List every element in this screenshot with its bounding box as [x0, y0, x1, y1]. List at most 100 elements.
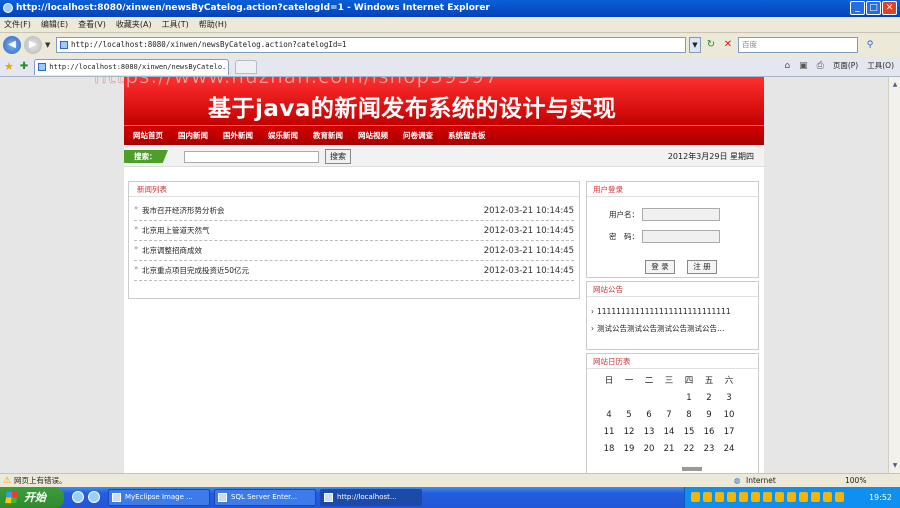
tray-icon[interactable]: [835, 492, 844, 502]
calendar-day[interactable]: 11: [599, 424, 619, 441]
calendar-day[interactable]: 2: [699, 390, 719, 407]
stop-icon[interactable]: ✕: [721, 38, 735, 52]
menu-help[interactable]: 帮助(H): [199, 19, 227, 30]
address-input[interactable]: http://localhost:8080/xinwen/newsByCatel…: [56, 37, 686, 53]
calendar-day[interactable]: 8: [679, 407, 699, 424]
tray-icon[interactable]: [715, 492, 724, 502]
calendar-day[interactable]: 23: [699, 441, 719, 458]
menu-edit[interactable]: 编辑(E): [41, 19, 68, 30]
calendar-day[interactable]: 9: [699, 407, 719, 424]
feeds-icon[interactable]: ▣: [799, 61, 808, 71]
login-button[interactable]: 登 录: [645, 260, 675, 274]
notice-item[interactable]: 测试公告测试公告测试公告测试公告…: [591, 320, 754, 337]
calendar-day[interactable]: 10: [719, 407, 739, 424]
tray-icon[interactable]: [799, 492, 808, 502]
tray-icon[interactable]: [811, 492, 820, 502]
minimize-button[interactable]: _: [850, 1, 865, 15]
favorites-star-icon[interactable]: ★: [4, 60, 14, 73]
clock[interactable]: 19:52: [869, 487, 892, 508]
calendar-day[interactable]: 24: [719, 441, 739, 458]
status-message[interactable]: 网页上有错误。: [14, 474, 67, 487]
new-tab-button[interactable]: [235, 59, 258, 74]
tools-menu[interactable]: 工具(O): [867, 60, 894, 71]
print-icon[interactable]: ⎙: [817, 61, 824, 71]
maximize-button[interactable]: □: [866, 1, 881, 15]
tray-icon[interactable]: [787, 492, 796, 502]
tray-icon[interactable]: [691, 492, 700, 502]
menu-favorites[interactable]: 收藏夹(A): [116, 19, 152, 30]
nav-entertainment-news[interactable]: 娱乐新闻: [268, 130, 298, 141]
news-title-link[interactable]: 北京用上管道天然气: [134, 224, 210, 236]
tab-current[interactable]: http://localhost:8080/xinwen/newsByCatel…: [34, 58, 230, 75]
browser-search-input[interactable]: 百度: [738, 37, 858, 53]
calendar-day[interactable]: 4: [599, 407, 619, 424]
news-title-link[interactable]: 北京重点项目完成投资近50亿元: [134, 264, 249, 276]
site-search-button[interactable]: 搜索: [325, 149, 351, 164]
calendar-day[interactable]: 19: [619, 441, 639, 458]
task-sqlserver[interactable]: SQL Server Enter...: [214, 489, 316, 506]
notice-item[interactable]: 1111111111111111111111111111: [591, 303, 754, 320]
calendar-day[interactable]: 14: [659, 424, 679, 441]
username-field[interactable]: [642, 208, 720, 221]
calendar-day[interactable]: 13: [639, 424, 659, 441]
page-menu[interactable]: 页面(P): [833, 60, 858, 71]
site-search-input[interactable]: [184, 151, 319, 163]
tray-icon[interactable]: [703, 492, 712, 502]
calendar-day[interactable]: 21: [659, 441, 679, 458]
calendar-day[interactable]: 22: [679, 441, 699, 458]
zoom-level[interactable]: 100%: [845, 474, 866, 487]
close-button[interactable]: ✕: [882, 1, 897, 15]
vertical-scrollbar[interactable]: ▲ ▼: [888, 77, 900, 473]
calendar-day[interactable]: 20: [639, 441, 659, 458]
scroll-down-icon[interactable]: ▼: [890, 460, 900, 471]
news-title-link[interactable]: 北京调整招商成效: [134, 244, 202, 256]
calendar-day[interactable]: 1: [679, 390, 699, 407]
task-ie[interactable]: http://localhost...: [320, 489, 422, 506]
tray-icon[interactable]: [775, 492, 784, 502]
tray-icon[interactable]: [823, 492, 832, 502]
calendar-day[interactable]: 7: [659, 407, 679, 424]
tray-icon[interactable]: [751, 492, 760, 502]
nav-survey[interactable]: 问卷调查: [403, 130, 433, 141]
address-dropdown-icon[interactable]: ▼: [689, 37, 701, 53]
history-dropdown-icon[interactable]: ▼: [45, 41, 53, 49]
back-button[interactable]: ◀: [3, 36, 21, 54]
nav-video[interactable]: 网站视频: [358, 130, 388, 141]
nav-domestic-news[interactable]: 国内新闻: [178, 130, 208, 141]
register-button[interactable]: 注 册: [687, 260, 717, 274]
calendar-weekday: 日: [604, 376, 614, 386]
task-myeclipse[interactable]: MyEclipse Image ...: [108, 489, 210, 506]
calendar-day[interactable]: 18: [599, 441, 619, 458]
news-title-link[interactable]: 我市召开经济形势分析会: [134, 204, 225, 216]
calendar-day[interactable]: 16: [699, 424, 719, 441]
nav-home[interactable]: 网站首页: [133, 130, 163, 141]
forward-button[interactable]: ▶: [24, 36, 42, 54]
tray-icon[interactable]: [739, 492, 748, 502]
calendar-day[interactable]: 12: [619, 424, 639, 441]
search-icon[interactable]: ⚲: [861, 37, 879, 53]
tray-icon[interactable]: [727, 492, 736, 502]
nav-foreign-news[interactable]: 国外新闻: [223, 130, 253, 141]
calendar-day[interactable]: 6: [639, 407, 659, 424]
menu-file[interactable]: 文件(F): [4, 19, 31, 30]
calendar-day[interactable]: 3: [719, 390, 739, 407]
menu-view[interactable]: 查看(V): [78, 19, 106, 30]
password-field[interactable]: [642, 230, 720, 243]
home-icon[interactable]: ⌂: [784, 61, 790, 71]
quicklaunch-ie-icon[interactable]: [72, 491, 84, 503]
add-favorites-icon[interactable]: ✚: [20, 61, 28, 72]
scroll-up-icon[interactable]: ▲: [890, 79, 900, 90]
start-button[interactable]: 开始: [0, 487, 64, 508]
sidebar: 用户登录 用户名： 密 码： 登 录 注 册 网站公告 111111111111…: [586, 181, 759, 473]
calendar-day[interactable]: 5: [619, 407, 639, 424]
horizontal-scroll-thumb[interactable]: [682, 467, 702, 471]
nav-education-news[interactable]: 教育新闻: [313, 130, 343, 141]
calendar-day[interactable]: 15: [679, 424, 699, 441]
notice-box: 网站公告 1111111111111111111111111111 测试公告测试…: [586, 281, 759, 350]
quicklaunch-desktop-icon[interactable]: [88, 491, 100, 503]
calendar-day[interactable]: 17: [719, 424, 739, 441]
nav-guestbook[interactable]: 系统留言板: [448, 130, 486, 141]
refresh-icon[interactable]: ↻: [704, 38, 718, 52]
tray-icon[interactable]: [763, 492, 772, 502]
menu-tools[interactable]: 工具(T): [162, 19, 189, 30]
